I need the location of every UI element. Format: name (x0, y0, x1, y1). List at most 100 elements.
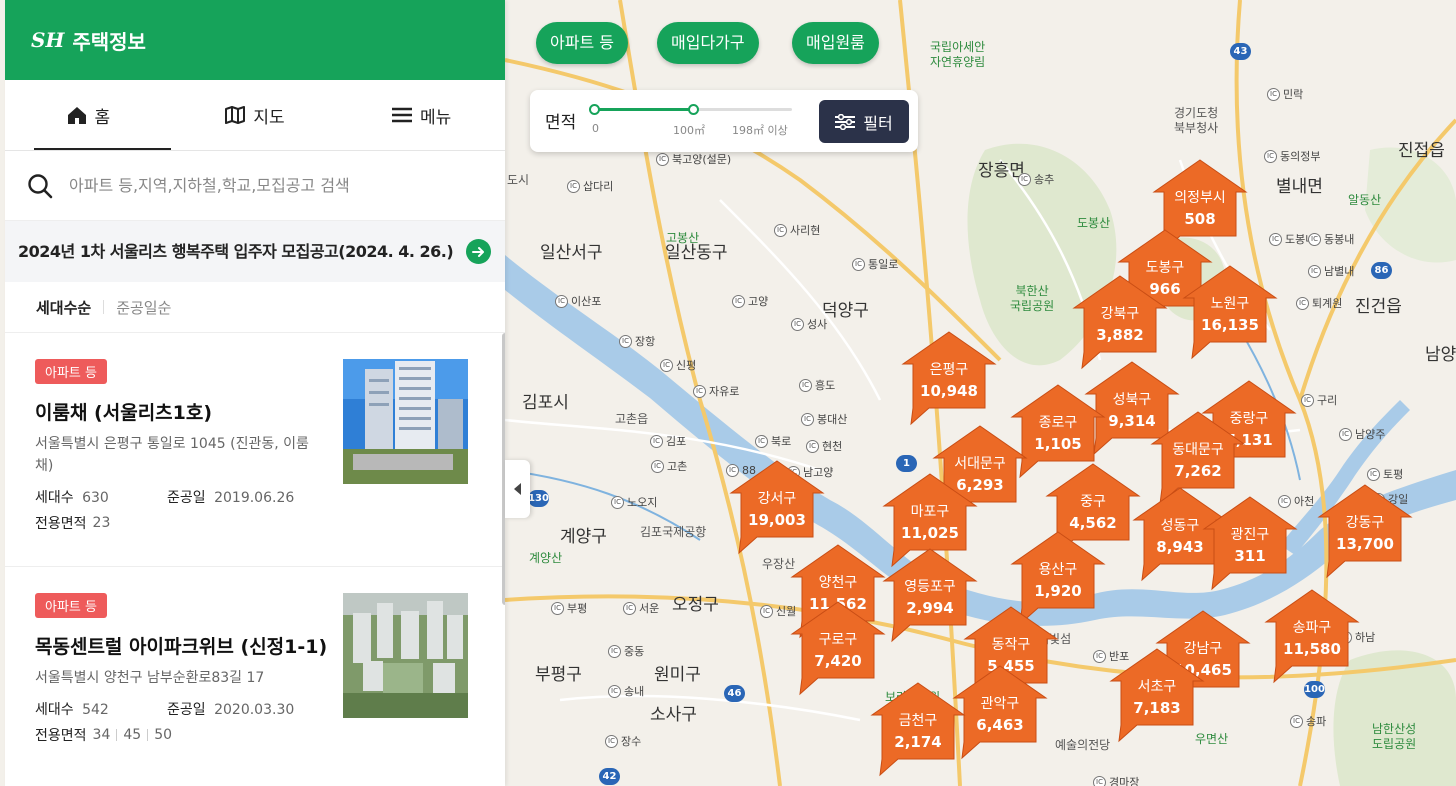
ic-name: 송파 (1306, 715, 1327, 728)
district-name: 동작구 (991, 637, 1031, 653)
listing-card[interactable]: 아파트 등 목동센트럴 아이파크위브 (신정1-1) 서울특별시 양천구 남부순… (5, 567, 505, 786)
map-place-label: 일산서구 (540, 243, 603, 263)
area-value: 50 (154, 727, 173, 743)
district-marker[interactable]: 광진구 311 (1200, 495, 1300, 591)
ic-icon: IC (1264, 149, 1277, 163)
type-badge: 아파트 등 (35, 593, 107, 618)
search-input[interactable] (69, 176, 469, 195)
ic-label: IC 퇴계원 (1296, 295, 1342, 311)
map-place-label: 오정구 (672, 595, 719, 615)
district-name: 강동구 (1345, 515, 1385, 531)
completed-label: 준공일 (167, 490, 206, 506)
district-marker[interactable]: 강북구 3,882 (1070, 274, 1170, 370)
chip-apartment[interactable]: 아파트 등 (536, 22, 628, 64)
district-count: 1,920 (1034, 582, 1082, 600)
main-tabs: 홈 지도 메뉴 (5, 80, 505, 151)
district-marker[interactable]: 강서구 19,003 (727, 459, 827, 555)
filter-button[interactable]: 필터 (819, 100, 909, 143)
ic-icon: IC (623, 601, 636, 615)
ic-name: 고양 (748, 295, 769, 308)
area-value: 34 (92, 727, 111, 743)
ic-name: 현천 (822, 440, 843, 453)
ic-label: IC 봉대산 (801, 411, 847, 427)
ic-name: 장항 (635, 335, 656, 348)
sort-by-households[interactable]: 세대수순 (36, 297, 91, 318)
district-count: 11,025 (901, 524, 959, 542)
sort-by-completion[interactable]: 준공일순 (116, 297, 171, 318)
ic-name: 중동 (624, 645, 645, 658)
map-place-label: 진접읍 (1398, 141, 1445, 161)
tab-menu[interactable]: 메뉴 (338, 80, 505, 150)
map-icon (225, 106, 246, 124)
listing-stats: 세대수 630 준공일 2019.06.26 (35, 487, 505, 507)
district-name: 의정부시 (1174, 190, 1226, 206)
district-name: 송파구 (1292, 620, 1332, 636)
ic-label: IC 부평 (551, 600, 587, 616)
app-root: 일산서구 일산동구 덕양구 김포시 계양구 부평구 소사구 원미구 오정구 장흥… (0, 0, 1456, 786)
district-marker[interactable]: 송파구 11,580 (1262, 588, 1362, 684)
district-marker[interactable]: 강동구 13,700 (1315, 483, 1415, 579)
completed-value: 2019.06.26 (214, 490, 295, 506)
ic-icon: IC (1018, 172, 1031, 186)
district-marker[interactable]: 노원구 16,135 (1180, 264, 1280, 360)
route-shield: 1 (896, 455, 917, 472)
district-count: 7,420 (814, 652, 862, 670)
district-count: 10,948 (920, 382, 978, 400)
ic-icon: IC (1093, 649, 1106, 663)
ic-icon: IC (608, 644, 621, 658)
route-shield: 42 (599, 768, 620, 785)
ic-name: 부평 (567, 602, 588, 615)
chip-purchase-studio[interactable]: 매입원룸 (792, 22, 879, 64)
map-place-label: 예술의전당 (1055, 738, 1111, 752)
area-min-tick: 0 (592, 122, 599, 135)
ic-icon: IC (774, 223, 787, 237)
app-header: SH 주택정보 (5, 0, 505, 80)
arrow-right-icon[interactable] (466, 239, 491, 264)
area-min-handle[interactable] (589, 104, 600, 115)
notice-banner[interactable]: 2024년 1차 서울리츠 행복주택 입주자 모집공고(2024. 4. 26.… (5, 221, 505, 282)
map-place-label: 부평구 (535, 665, 582, 685)
search-icon[interactable] (27, 173, 53, 199)
district-marker[interactable]: 은평구 10,948 (899, 330, 999, 426)
district-name: 강북구 (1100, 306, 1140, 322)
listing-card[interactable]: 아파트 등 이룸채 (서울리츠1호) 서울특별시 은평구 통일로 1045 (진… (5, 333, 505, 567)
ic-name: 사리현 (790, 224, 821, 237)
ic-icon: IC (567, 179, 580, 193)
district-count: 7,183 (1133, 699, 1181, 717)
district-marker[interactable]: 금천구 2,174 (868, 681, 968, 777)
ic-name: 동봉내 (1324, 233, 1355, 246)
district-count: 508 (1184, 210, 1216, 228)
home-icon (67, 106, 86, 124)
filter-button-label: 필터 (863, 113, 893, 133)
ic-name: 경마장 (1109, 776, 1140, 786)
map-place-label: 김포국제공항 (640, 525, 707, 539)
ic-icon: IC (1296, 296, 1309, 310)
type-badge: 아파트 등 (35, 359, 107, 384)
chip-purchase-multi-family[interactable]: 매입다가구 (657, 22, 759, 64)
tab-map[interactable]: 지도 (172, 80, 339, 150)
area-max-handle[interactable] (687, 104, 699, 115)
collapse-panel-button[interactable] (505, 460, 530, 518)
listing-photo[interactable] (343, 593, 468, 718)
ic-label: IC 통일로 (852, 256, 898, 272)
ic-label: IC 남별내 (1308, 263, 1354, 279)
sort-options: 세대수순 준공일순 (5, 282, 505, 333)
ic-label: IC 서운 (623, 600, 659, 616)
tab-home[interactable]: 홈 (5, 80, 172, 150)
ic-name: 송내 (624, 685, 645, 698)
district-marker[interactable]: 서초구 7,183 (1107, 647, 1207, 743)
area-filter-label: 면적 (545, 113, 577, 133)
district-name: 마포구 (910, 504, 950, 520)
district-name: 양천구 (818, 575, 858, 591)
tab-label: 홈 (94, 107, 111, 128)
sh-logo[interactable]: SH (31, 28, 64, 52)
ic-label: IC 장항 (619, 333, 655, 349)
ic-icon: IC (1367, 467, 1380, 481)
ic-icon: IC (799, 378, 812, 392)
ic-icon: IC (651, 459, 664, 473)
search-bar (5, 151, 505, 221)
ic-label: IC 남양주 (1339, 426, 1385, 442)
poi-label: 경기도청 북부청사 (1174, 106, 1219, 135)
park-label: 계양산 (529, 551, 563, 565)
listing-photo[interactable] (343, 359, 468, 484)
